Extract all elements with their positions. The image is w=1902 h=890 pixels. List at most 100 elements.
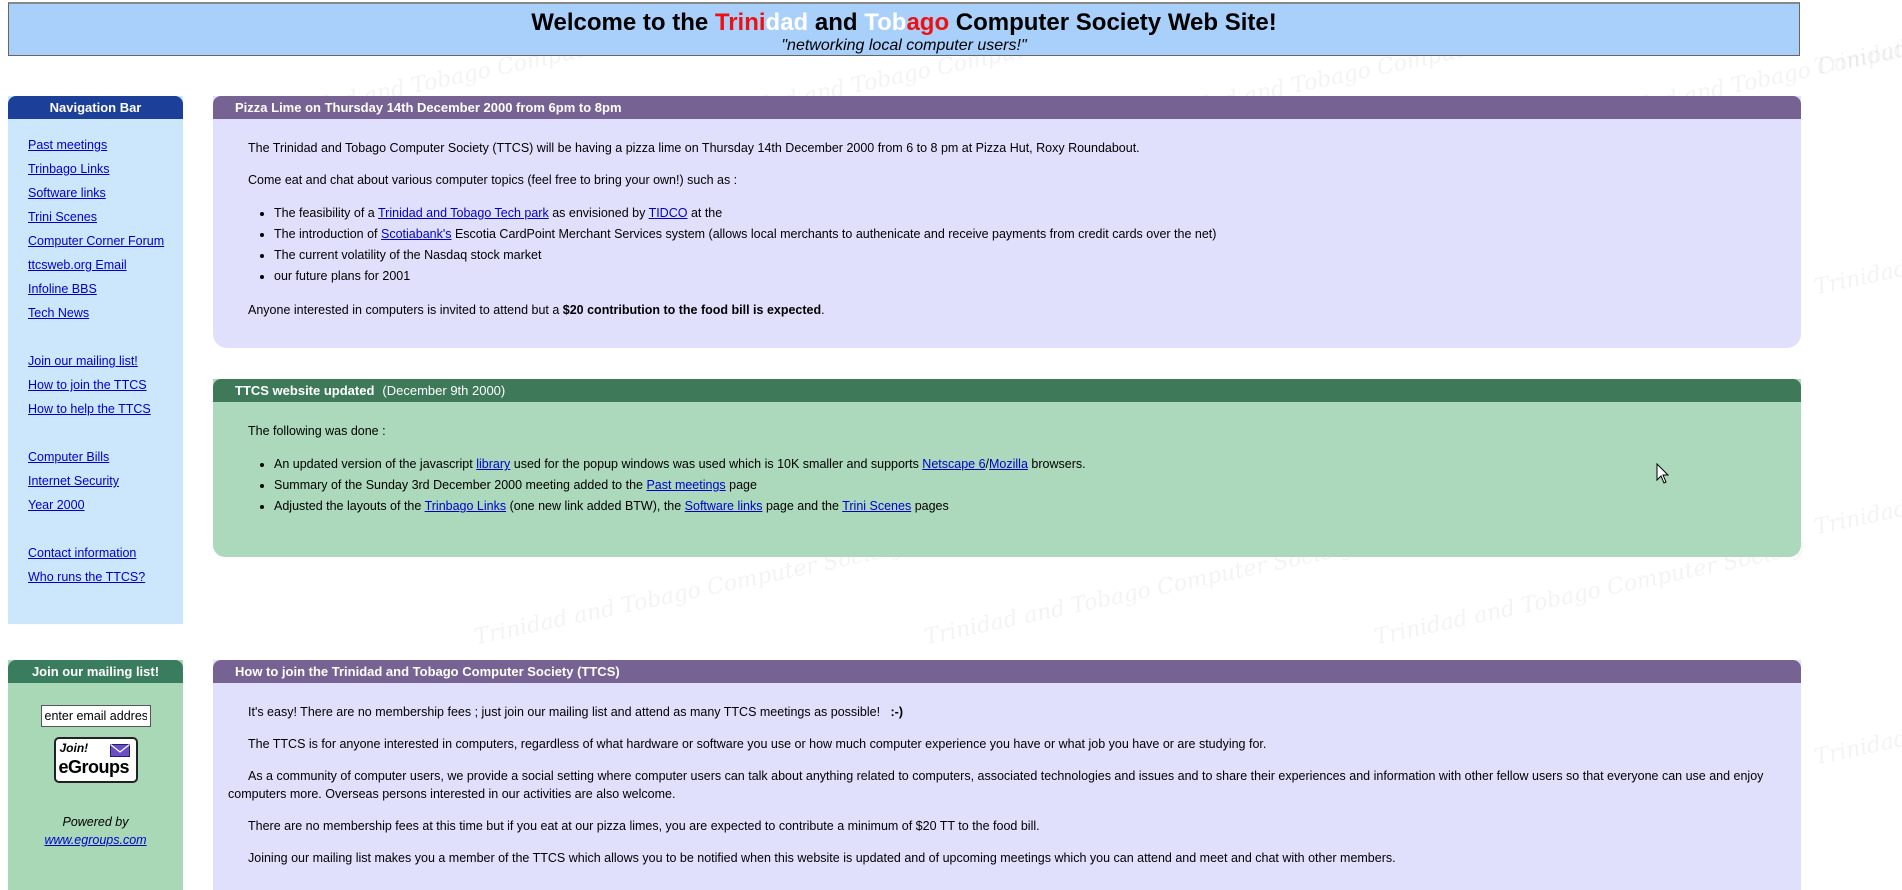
title-welcome: Welcome to the [531,9,715,36]
site-title: Welcome to the Trinidad and Tobago Compu… [9,10,1799,36]
text: Summary of the Sunday 3rd December 2000 … [274,478,647,492]
nav-item: Contact information [28,541,183,565]
title-tob: Tob [864,9,907,36]
paragraph: Come eat and chat about various computer… [248,173,738,187]
paragraph: It's easy! There are no membership fees … [248,703,1777,721]
nav-link-trini-scenes[interactable]: Trini Scenes [28,210,97,224]
title-trini: Trini [714,9,766,36]
panel-body: The following was done : An updated vers… [213,402,1801,517]
egroups-link[interactable]: www.egroups.com [44,833,146,847]
nav-item: Infoline BBS [28,277,183,301]
topic-list: The feasibility of a Trinidad and Tobago… [248,203,1777,287]
nav-spacer [28,517,183,541]
paragraph: The Trinidad and Tobago Computer Society… [248,141,1140,155]
nav-item: Tech News [28,301,183,325]
news-panel-pizza-lime: Pizza Lime on Thursday 14th December 200… [213,96,1801,348]
nav-link-trinbago-links[interactable]: Trinbago Links [28,162,110,176]
nav-link-join-mailing-list[interactable]: Join our mailing list! [28,354,138,368]
update-list: An updated version of the javascript lib… [248,454,1777,517]
mozilla-link[interactable]: Mozilla [989,457,1028,471]
nav-link-how-to-help[interactable]: How to help the TTCS [28,402,151,416]
text: Adjusted the layouts of the [274,499,425,513]
nav-item: Trinbago Links [28,157,183,181]
nav-item: Internet Security [28,469,183,493]
trinbago-links-link[interactable]: Trinbago Links [425,499,507,513]
list-item: our future plans for 2001 [274,266,1777,287]
nav-item: Past meetings [28,133,183,157]
nav-item: Join our mailing list! [28,349,183,373]
nav-link-how-to-join[interactable]: How to join the TTCS [28,378,147,392]
nav-link-past-meetings[interactable]: Past meetings [28,138,107,152]
paragraph: As a community of computer users, we pro… [228,769,1764,801]
text: An updated version of the javascript [274,457,477,471]
nav-list: Past meetings Trinbago Links Software li… [8,119,183,589]
nav-link-infoline-bbs[interactable]: Infoline BBS [28,282,97,296]
panel-title: How to join the Trinidad and Tobago Comp… [213,660,1801,683]
nav-link-who-runs-ttcs[interactable]: Who runs the TTCS? [28,570,145,584]
software-links-link[interactable]: Software links [685,499,763,513]
nav-link-computer-bills[interactable]: Computer Bills [28,450,109,464]
list-item: The feasibility of a Trinidad and Tobago… [274,203,1777,224]
nav-link-year-2000[interactable]: Year 2000 [28,498,85,512]
smiley: :-) [890,705,904,719]
trini-scenes-link[interactable]: Trini Scenes [842,499,911,513]
mouse-cursor-icon [1656,463,1670,484]
text: page and the [762,499,843,513]
nav-link-tech-news[interactable]: Tech News [28,306,89,320]
bold-text: $20 contribution to the food bill is exp… [562,303,822,317]
panel-title: Pizza Lime on Thursday 14th December 200… [213,96,1801,119]
email-input[interactable] [40,705,151,727]
list-item: An updated version of the javascript lib… [274,454,1777,475]
watermark-text: Trinidad and Tobago Computer Society [1812,655,1902,771]
text: at the [687,206,723,220]
nav-item: Who runs the TTCS? [28,565,183,589]
text: Anyone interested in computers is invite… [248,303,563,317]
watermark-text: Trinidad and Tobago Computer Society [1812,0,1902,80]
library-link[interactable]: library [476,457,510,471]
tidco-link[interactable]: TIDCO [649,206,688,220]
list-item: Summary of the Sunday 3rd December 2000 … [274,475,1777,496]
title-dad: dad [765,9,809,36]
panel-body: The Trinidad and Tobago Computer Society… [213,119,1801,319]
title-rest: Computer Society Web Site! [949,9,1277,36]
nav-item: ttcsweb.org Email [28,253,183,277]
nav-link-ttcsweb-email[interactable]: ttcsweb.org Email [28,258,127,272]
nav-link-contact-information[interactable]: Contact information [28,546,136,560]
navigation-bar-title: Navigation Bar [8,96,183,119]
mailing-list-box: Join our mailing list! Join! eGroups Pow… [8,660,183,890]
watermark-text: Trinidad and Tobago Computer Society [1812,185,1902,301]
panel-body: It's easy! There are no membership fees … [213,683,1801,867]
envelope-icon [109,744,130,757]
paragraph: Anyone interested in computers is invite… [248,301,1777,319]
join-egroups-button[interactable]: Join! eGroups [53,737,138,783]
scotiabank-link[interactable]: Scotiabank's [381,227,451,241]
site-tagline: "networking local computer users!" [781,37,1027,54]
paragraph: Joining our mailing list makes you a mem… [248,851,1396,865]
nav-link-computer-corner-forum[interactable]: Computer Corner Forum [28,234,164,248]
join-label: Join! [59,741,89,755]
nav-item: Computer Corner Forum [28,229,183,253]
text: The introduction of [274,227,382,241]
netscape-link[interactable]: Netscape 6 [922,457,985,471]
paragraph: There are no membership fees at this tim… [248,819,1040,833]
panel-date: (December 9th 2000) [382,383,506,398]
text: (one new link added BTW), the [506,499,685,513]
text: page [725,478,757,492]
panel-title-text: TTCS website updated [235,383,375,398]
tech-park-link[interactable]: Trinidad and Tobago Tech park [378,206,549,220]
list-item: Adjusted the layouts of the Trinbago Lin… [274,496,1777,517]
powered-by-label: Powered by [62,815,129,829]
text: browsers. [1027,457,1086,471]
paragraph: The following was done : [248,424,386,438]
text: pages [911,499,949,513]
nav-item: Year 2000 [28,493,183,517]
powered-by: Powered by www.egroups.com [8,813,183,849]
nav-item: How to join the TTCS [28,373,183,397]
watermark-text: Trinidad and Tobago Computer Society [1812,425,1902,541]
list-item: The introduction of Scotiabank's Escotia… [274,224,1777,245]
past-meetings-link[interactable]: Past meetings [646,478,725,492]
nav-link-software-links[interactable]: Software links [28,186,106,200]
list-item: The current volatility of the Nasdaq sto… [274,245,1777,266]
nav-link-internet-security[interactable]: Internet Security [28,474,119,488]
text: The feasibility of a [274,206,378,220]
